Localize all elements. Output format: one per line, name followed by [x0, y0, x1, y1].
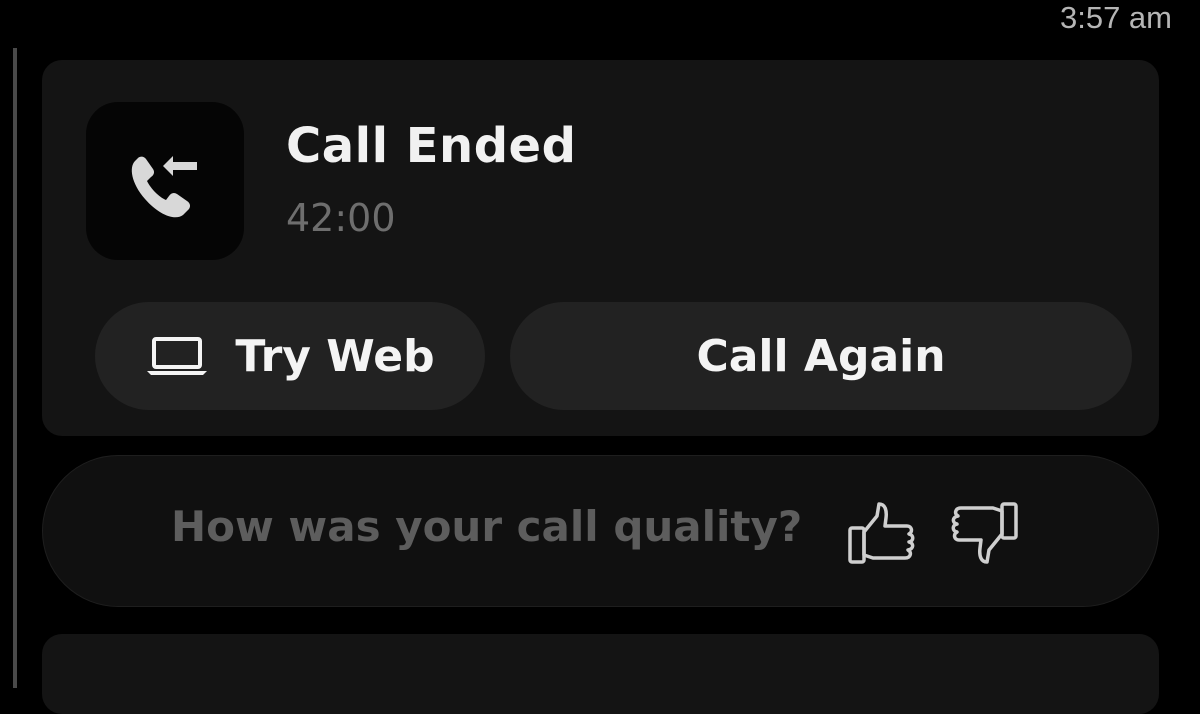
call-again-label: Call Again — [696, 330, 946, 382]
thumbs-up-icon — [848, 502, 915, 564]
incoming-call-icon — [131, 156, 197, 218]
laptop-icon — [145, 336, 209, 376]
thread-divider-line — [13, 48, 17, 688]
timestamp: 3:57 am — [1059, 0, 1172, 35]
call-duration: 42:00 — [286, 196, 396, 240]
call-again-button[interactable]: Call Again — [510, 302, 1132, 410]
call-quality-prompt: How was your call quality? — [171, 502, 803, 551]
call-card: Call Ended 42:00 Try Web Call Again — [42, 60, 1159, 436]
try-web-label: Try Web — [235, 330, 435, 382]
next-message-card — [42, 634, 1159, 714]
thumbs-down-icon — [951, 502, 1018, 564]
thumbs-down-button[interactable] — [949, 500, 1019, 570]
try-web-button[interactable]: Try Web — [95, 302, 485, 410]
call-quality-feedback: How was your call quality? — [42, 455, 1159, 607]
call-status-title: Call Ended — [286, 118, 577, 174]
thumbs-up-button[interactable] — [847, 500, 917, 570]
call-icon-container — [86, 102, 244, 260]
